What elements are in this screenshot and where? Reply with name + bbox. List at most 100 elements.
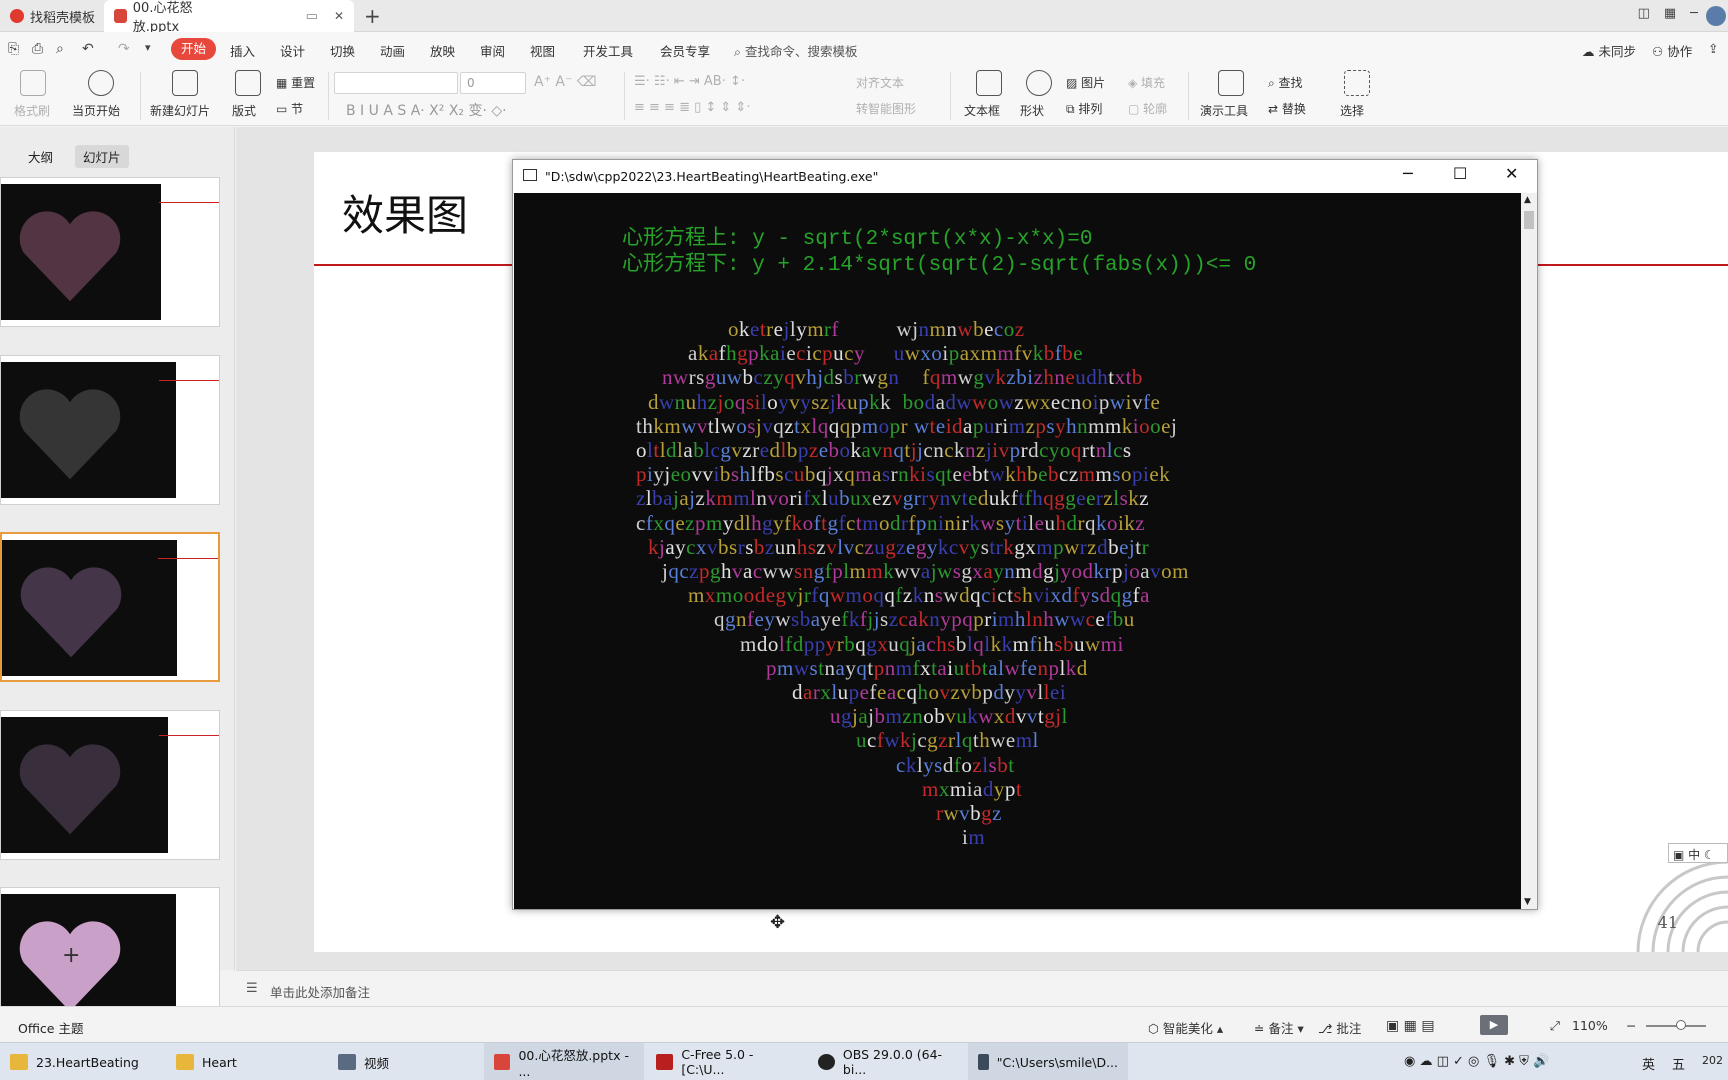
print-icon[interactable]: ⎙ [32, 41, 43, 57]
play-from-current-icon[interactable] [88, 70, 114, 96]
menu-developer[interactable]: 开发工具 [583, 41, 633, 60]
menu-member[interactable]: 会员专享 [660, 41, 710, 60]
zoom-slider-knob[interactable] [1676, 1020, 1686, 1030]
picture-button[interactable]: ▨ 图片 [1066, 74, 1105, 91]
replace-button[interactable]: ⇄ 替换 [1268, 100, 1306, 117]
console-titlebar[interactable]: "D:\sdw\cpp2022\23.HeartBeating\HeartBea… [513, 160, 1537, 192]
beautify-button[interactable]: ⬡ 智能美化 ▴ [1148, 1018, 1223, 1037]
scroll-up-icon[interactable]: ▲ [1524, 195, 1531, 205]
menu-review[interactable]: 审阅 [480, 41, 505, 60]
restore-tab-icon[interactable]: ▭ [306, 9, 318, 24]
play-slideshow-button[interactable]: ▶ [1480, 1015, 1508, 1035]
menu-view[interactable]: 视图 [530, 41, 555, 60]
paragraph-align-icons[interactable]: ≡ ≡ ≡ ≣ ▯ ↕ ⇕ ⇕· [634, 100, 750, 115]
notes-placeholder[interactable]: 单击此处添加备注 [270, 982, 370, 1001]
select-icon[interactable] [1344, 70, 1370, 96]
comment-toggle[interactable]: ⎇ 批注 [1318, 1018, 1361, 1037]
preview-icon[interactable]: ⌕ [56, 41, 64, 57]
minimize-icon[interactable]: ─ [1403, 164, 1413, 183]
taskbar-item-obs[interactable]: OBS 29.0.0 (64-bi... [808, 1043, 968, 1080]
notes-toggle[interactable]: ≐ 备注 ▾ [1254, 1018, 1304, 1037]
from-current-label[interactable]: 当页开始 [72, 102, 120, 119]
fit-window-icon[interactable]: ⤢ [1550, 1018, 1560, 1034]
clock[interactable]: 202 [1702, 1054, 1723, 1067]
console-window[interactable]: "D:\sdw\cpp2022\23.HeartBeating\HeartBea… [512, 159, 1538, 910]
new-slide-icon[interactable] [172, 70, 198, 96]
save-icon[interactable]: ⎘ [8, 41, 19, 57]
font-name-select[interactable] [334, 72, 458, 94]
input-language[interactable]: 英 [1642, 1054, 1655, 1073]
fill-button[interactable]: ◈ 填充 [1128, 74, 1165, 91]
layout-label[interactable]: 版式 [232, 102, 256, 119]
taskbar-item-console[interactable]: "C:\Users\smile\D... [968, 1043, 1128, 1080]
collaborate-button[interactable]: ⚇ 协作 [1652, 41, 1692, 60]
menu-insert[interactable]: 插入 [230, 41, 255, 60]
section-button[interactable]: ▭ 节 [276, 100, 303, 117]
textbox-icon[interactable] [976, 70, 1002, 96]
outline-button[interactable]: ▢ 轮廓 [1128, 100, 1167, 117]
select-label[interactable]: 选择 [1340, 102, 1364, 119]
slide-thumbnail[interactable] [0, 355, 220, 505]
command-search[interactable]: ⌕ 查找命令、搜索模板 [734, 41, 858, 60]
slide-thumbnail[interactable] [0, 887, 220, 1007]
tab-slides[interactable]: 幻灯片 [75, 145, 129, 168]
reset-button[interactable]: ▦ 重置 [276, 74, 315, 91]
new-slide-label[interactable]: 新建幻灯片 [150, 102, 210, 119]
tray-icons[interactable]: ◉ ☁ ◫ ✓ ◎ 🎙 ✱ ⛨ 🔊 [1404, 1054, 1549, 1069]
font-style-icons[interactable]: B I U A S A· X² X₂ 变· ◇· [346, 100, 507, 120]
taskbar-item-heart-folder[interactable]: Heart [166, 1043, 326, 1080]
taskbar-item-cfree[interactable]: C-Free 5.0 - [C:\U... [646, 1043, 806, 1080]
undo-icon[interactable]: ↶ [82, 41, 94, 57]
shape-label[interactable]: 形状 [1020, 102, 1044, 119]
avatar[interactable] [1706, 6, 1726, 26]
slide-thumbnail[interactable] [0, 177, 220, 327]
slide-thumbnail[interactable] [0, 710, 220, 860]
taskbar-item-video[interactable]: 视频 [328, 1043, 488, 1080]
textbox-label[interactable]: 文本框 [964, 102, 1000, 119]
notes-pane[interactable]: ☰ 单击此处添加备注 [236, 970, 1728, 1006]
list-icons[interactable]: ☰· ☷· ⇤ ⇥ AB· ↕· [634, 74, 745, 89]
layout-icon[interactable]: ◫ [1638, 6, 1650, 21]
view-mode-icons[interactable]: ▣ ▦ ▤ [1386, 1018, 1435, 1034]
menu-design[interactable]: 设计 [280, 41, 305, 60]
font-size-select[interactable]: 0 [460, 72, 526, 94]
tab-outline[interactable]: 大纲 [20, 145, 61, 168]
close-tab-icon[interactable]: ✕ [334, 9, 344, 23]
tab-template[interactable]: 找稻壳模板 [0, 0, 105, 32]
taskbar-item-heartbeating-folder[interactable]: 23.HeartBeating [0, 1043, 160, 1080]
format-painter-icon[interactable] [20, 70, 46, 96]
layout-icon[interactable] [235, 70, 261, 96]
tab-presentation[interactable]: 00.心花怒放.pptx ▭ ✕ [104, 0, 354, 35]
slide-thumbnail-selected[interactable] [0, 532, 220, 682]
menu-animation[interactable]: 动画 [380, 41, 405, 60]
close-icon[interactable]: ✕ [1505, 164, 1518, 183]
menu-start[interactable]: 开始 [171, 38, 217, 60]
find-button[interactable]: ⌕ 查找 [1268, 74, 1303, 91]
menu-transition[interactable]: 切换 [330, 41, 355, 60]
shape-icon[interactable] [1026, 70, 1052, 96]
presenter-tools-icon[interactable] [1218, 70, 1244, 96]
redo-icon[interactable]: ↷ [118, 41, 130, 57]
zoom-out-icon[interactable]: − [1626, 1018, 1636, 1033]
menu-slideshow[interactable]: 放映 [430, 41, 455, 60]
sync-status[interactable]: ☁ 未同步 [1582, 41, 1636, 60]
format-painter-label[interactable]: 格式刷 [14, 102, 50, 119]
ime-indicator[interactable]: 五 [1672, 1054, 1685, 1073]
smartart-button[interactable]: 转智能图形 [856, 100, 916, 117]
new-tab-icon[interactable]: + [364, 4, 381, 28]
grow-font-icon[interactable]: A⁺ A⁻ ⌫ [534, 74, 597, 90]
add-slide-icon[interactable]: + [62, 943, 80, 968]
customize-icon[interactable]: ▾ [145, 41, 151, 54]
slide-title[interactable]: 效果图 [342, 182, 468, 243]
arrange-button[interactable]: ⧉ 排列 [1066, 100, 1102, 117]
align-text-button[interactable]: 对齐文本 [856, 74, 904, 91]
scroll-thumb[interactable] [1524, 211, 1534, 229]
scrollbar[interactable]: ▲ ▼ [1521, 193, 1537, 909]
ime-floating-bar[interactable]: ▣ 中 ☾ [1668, 843, 1728, 863]
scroll-down-icon[interactable]: ▼ [1524, 897, 1531, 907]
presenter-tools-label[interactable]: 演示工具 [1200, 102, 1248, 119]
maximize-icon[interactable]: ☐ [1453, 164, 1467, 183]
zoom-level[interactable]: 110% [1572, 1018, 1608, 1033]
taskbar-item-wps[interactable]: 00.心花怒放.pptx - ... [484, 1043, 644, 1080]
minimize-icon[interactable]: ─ [1690, 6, 1698, 21]
